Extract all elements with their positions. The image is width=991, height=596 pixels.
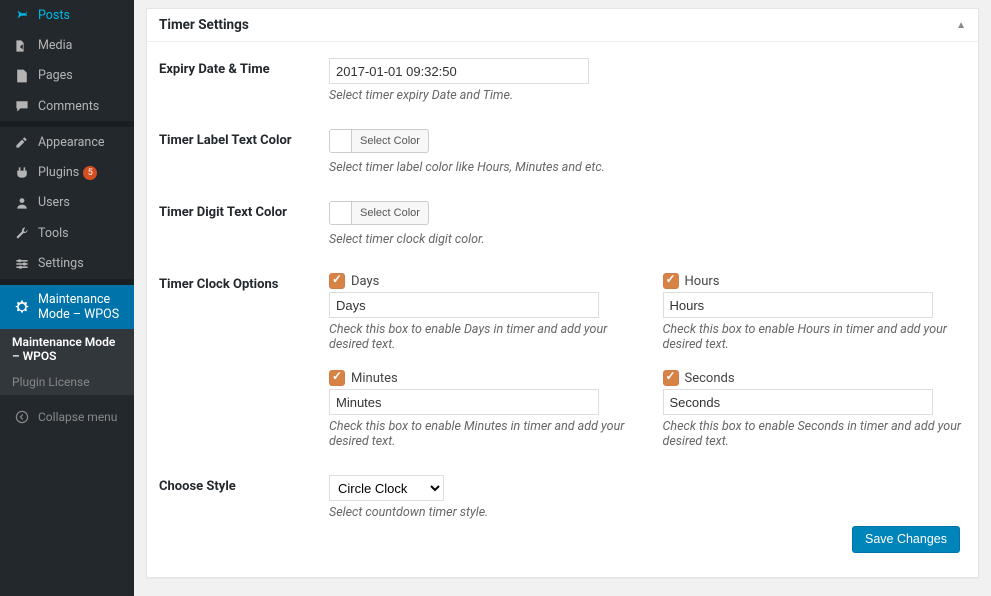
sidebar-item-users[interactable]: Users <box>0 188 134 218</box>
hours-check-label: Hours <box>685 274 720 289</box>
hours-input[interactable] <box>663 292 933 318</box>
sidebar-item-plugins[interactable]: Plugins 5 <box>0 157 134 187</box>
label-color-description: Select timer label color like Hours, Min… <box>329 160 966 175</box>
sidebar-item-media[interactable]: Media <box>0 30 134 60</box>
minutes-input[interactable] <box>329 389 599 415</box>
panel-header: Timer Settings ▲ <box>147 9 978 42</box>
field-clock-options: Timer Clock Options Days Check this box … <box>159 261 966 463</box>
sidebar-item-tools[interactable]: Tools <box>0 218 134 248</box>
digit-color-picker[interactable]: Select Color <box>329 201 429 225</box>
seconds-check-label: Seconds <box>685 371 735 386</box>
collapse-label: Collapse menu <box>38 410 117 424</box>
minutes-check-label: Minutes <box>351 371 398 386</box>
label-color-picker[interactable]: Select Color <box>329 129 429 153</box>
days-check-wrap[interactable]: Days <box>329 273 633 289</box>
days-checkbox[interactable] <box>329 273 345 289</box>
seconds-check-wrap[interactable]: Seconds <box>663 370 967 386</box>
content-area: Timer Settings ▲ Expiry Date & Time Sele… <box>134 0 991 596</box>
clock-opt-seconds: Seconds Check this box to enable Seconds… <box>663 370 967 449</box>
clock-opt-minutes: Minutes Check this box to enable Minutes… <box>329 370 633 449</box>
field-choose-style: Choose Style Circle Clock Select countdo… <box>159 463 966 522</box>
sidebar-label: Comments <box>38 99 99 114</box>
settings-icon <box>12 255 32 271</box>
color-swatch <box>330 202 352 224</box>
days-description: Check this box to enable Days in timer a… <box>329 322 633 352</box>
minutes-description: Check this box to enable Minutes in time… <box>329 419 633 449</box>
label-color-label: Timer Label Text Color <box>159 129 329 175</box>
digit-color-description: Select timer clock digit color. <box>329 232 966 247</box>
submenu-item-maintenance-mode[interactable]: Maintenance Mode – WPOS <box>0 329 134 369</box>
tools-icon <box>12 225 32 241</box>
save-changes-button[interactable]: Save Changes <box>852 526 960 553</box>
clock-opt-days: Days Check this box to enable Days in ti… <box>329 273 633 352</box>
seconds-input[interactable] <box>663 389 933 415</box>
users-icon <box>12 195 32 211</box>
clock-options-label: Timer Clock Options <box>159 273 329 449</box>
sidebar-label: Appearance <box>38 135 105 150</box>
sidebar-label: Users <box>38 195 70 210</box>
choose-style-select[interactable]: Circle Clock <box>329 475 444 501</box>
sidebar-label: Tools <box>38 226 69 241</box>
sidebar-label: Media <box>38 38 72 53</box>
hours-checkbox[interactable] <box>663 273 679 289</box>
collapse-icon <box>12 409 32 425</box>
sidebar-label: Settings <box>38 256 84 271</box>
sidebar-item-appearance[interactable]: Appearance <box>0 127 134 157</box>
field-label-color: Timer Label Text Color Select Color Sele… <box>159 117 966 189</box>
pin-icon <box>12 7 32 23</box>
sidebar-item-pages[interactable]: Pages <box>0 61 134 91</box>
minutes-check-wrap[interactable]: Minutes <box>329 370 633 386</box>
field-expiry: Expiry Date & Time Select timer expiry D… <box>159 46 966 117</box>
submenu-item-plugin-license[interactable]: Plugin License <box>0 369 134 395</box>
plugin-icon <box>12 164 32 180</box>
toggle-panel-icon[interactable]: ▲ <box>956 20 966 31</box>
minutes-checkbox[interactable] <box>329 370 345 386</box>
sidebar-label: Plugins <box>38 165 79 180</box>
admin-sidebar: Posts Media Pages Comments Appearance Pl… <box>0 0 134 596</box>
sidebar-item-maintenance-mode[interactable]: Maintenance Mode – WPOS <box>0 285 134 329</box>
seconds-checkbox[interactable] <box>663 370 679 386</box>
days-check-label: Days <box>351 274 379 289</box>
expiry-label: Expiry Date & Time <box>159 58 329 103</box>
sidebar-item-comments[interactable]: Comments <box>0 91 134 121</box>
hours-description: Check this box to enable Hours in timer … <box>663 322 967 352</box>
color-swatch <box>330 130 352 152</box>
media-icon <box>12 37 32 53</box>
gear-icon <box>12 299 32 315</box>
sidebar-item-settings[interactable]: Settings <box>0 248 134 278</box>
sidebar-label: Maintenance Mode – WPOS <box>38 292 126 322</box>
digit-color-label: Timer Digit Text Color <box>159 201 329 247</box>
choose-style-label: Choose Style <box>159 475 329 520</box>
color-picker-text: Select Color <box>352 130 428 152</box>
field-digit-color: Timer Digit Text Color Select Color Sele… <box>159 189 966 261</box>
sidebar-item-posts[interactable]: Posts <box>0 0 134 30</box>
expiry-input[interactable] <box>329 58 589 84</box>
sidebar-label: Posts <box>38 8 70 23</box>
appearance-icon <box>12 134 32 150</box>
sidebar-label: Pages <box>38 68 73 83</box>
clock-opt-hours: Hours Check this box to enable Hours in … <box>663 273 967 352</box>
panel-title: Timer Settings <box>159 17 249 33</box>
expiry-description: Select timer expiry Date and Time. <box>329 88 966 103</box>
page-icon <box>12 68 32 84</box>
color-picker-text: Select Color <box>352 202 428 224</box>
submenu-maintenance: Maintenance Mode – WPOS Plugin License <box>0 329 134 395</box>
days-input[interactable] <box>329 292 599 318</box>
seconds-description: Check this box to enable Seconds in time… <box>663 419 967 449</box>
plugin-update-badge: 5 <box>83 166 97 180</box>
hours-check-wrap[interactable]: Hours <box>663 273 967 289</box>
choose-style-description: Select countdown timer style. <box>329 505 966 520</box>
timer-settings-panel: Timer Settings ▲ Expiry Date & Time Sele… <box>146 8 979 578</box>
comment-icon <box>12 98 32 114</box>
submit-bar: Save Changes <box>159 522 966 563</box>
collapse-menu[interactable]: Collapse menu <box>0 401 134 433</box>
